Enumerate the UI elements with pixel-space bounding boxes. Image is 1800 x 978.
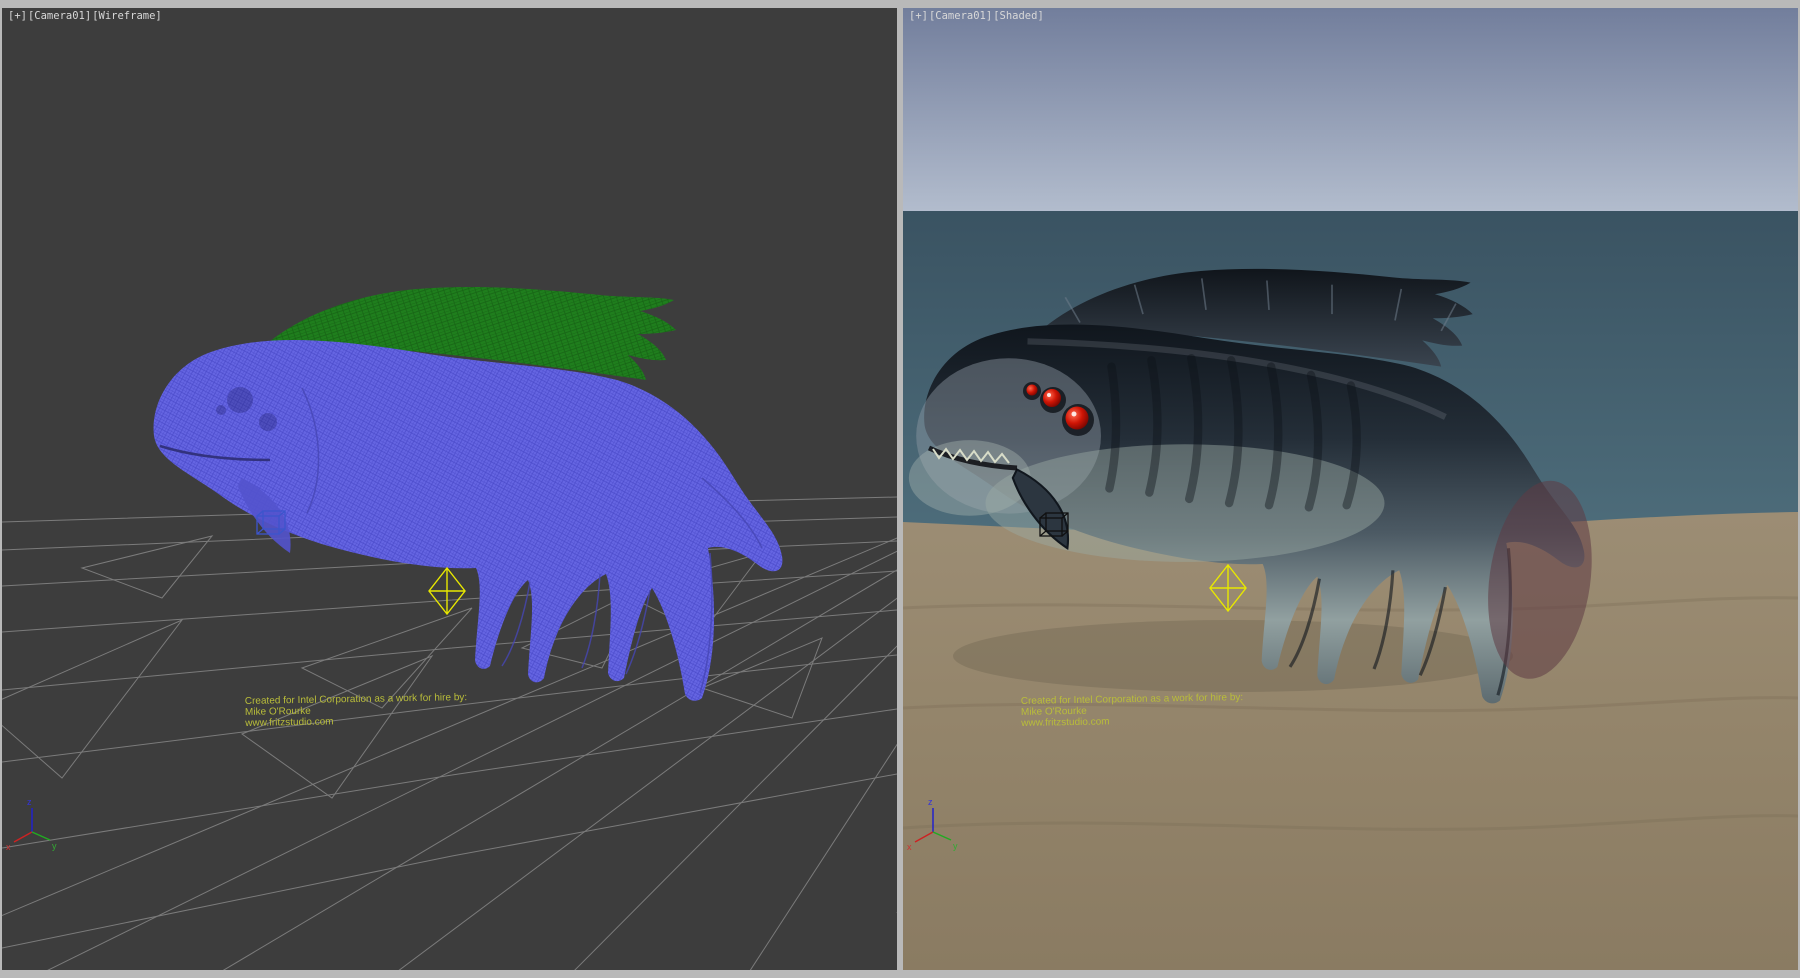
axis-y-label: y [52, 841, 57, 851]
viewport-wireframe[interactable]: z x y [+][Camera01][Wireframe] Created f… [2, 8, 897, 970]
shaded-scene[interactable]: z x y [903, 8, 1798, 970]
viewport-shaded[interactable]: z x y [+][Camera01][Shaded] Created for … [903, 8, 1798, 970]
viewport-menu-pov[interactable]: [Camera01] [929, 10, 992, 22]
axis-z-label: z [27, 797, 32, 807]
viewport-menu-shading[interactable]: [Wireframe] [92, 10, 162, 22]
scene-annotation-text: Created for Intel Corporation as a work … [245, 692, 468, 729]
viewport-label-wireframe: [+][Camera01][Wireframe] [8, 10, 163, 22]
viewport-menu-general[interactable]: [+] [8, 10, 27, 22]
axis-z-label: z [928, 797, 933, 807]
viewport-menu-shading[interactable]: [Shaded] [993, 10, 1044, 22]
viewport-menu-general[interactable]: [+] [909, 10, 928, 22]
scene-annotation-text: Created for Intel Corporation as a work … [1021, 692, 1244, 729]
wireframe-scene[interactable]: z x y [2, 8, 897, 970]
axis-x-label: x [6, 842, 11, 852]
sky [903, 8, 1798, 211]
viewport-area: z x y [+][Camera01][Wireframe] Created f… [0, 0, 1800, 978]
viewport-menu-pov[interactable]: [Camera01] [28, 10, 91, 22]
axis-y-label: y [953, 841, 958, 851]
viewport-label-shaded: [+][Camera01][Shaded] [909, 10, 1045, 22]
axis-x-label: x [907, 842, 912, 852]
